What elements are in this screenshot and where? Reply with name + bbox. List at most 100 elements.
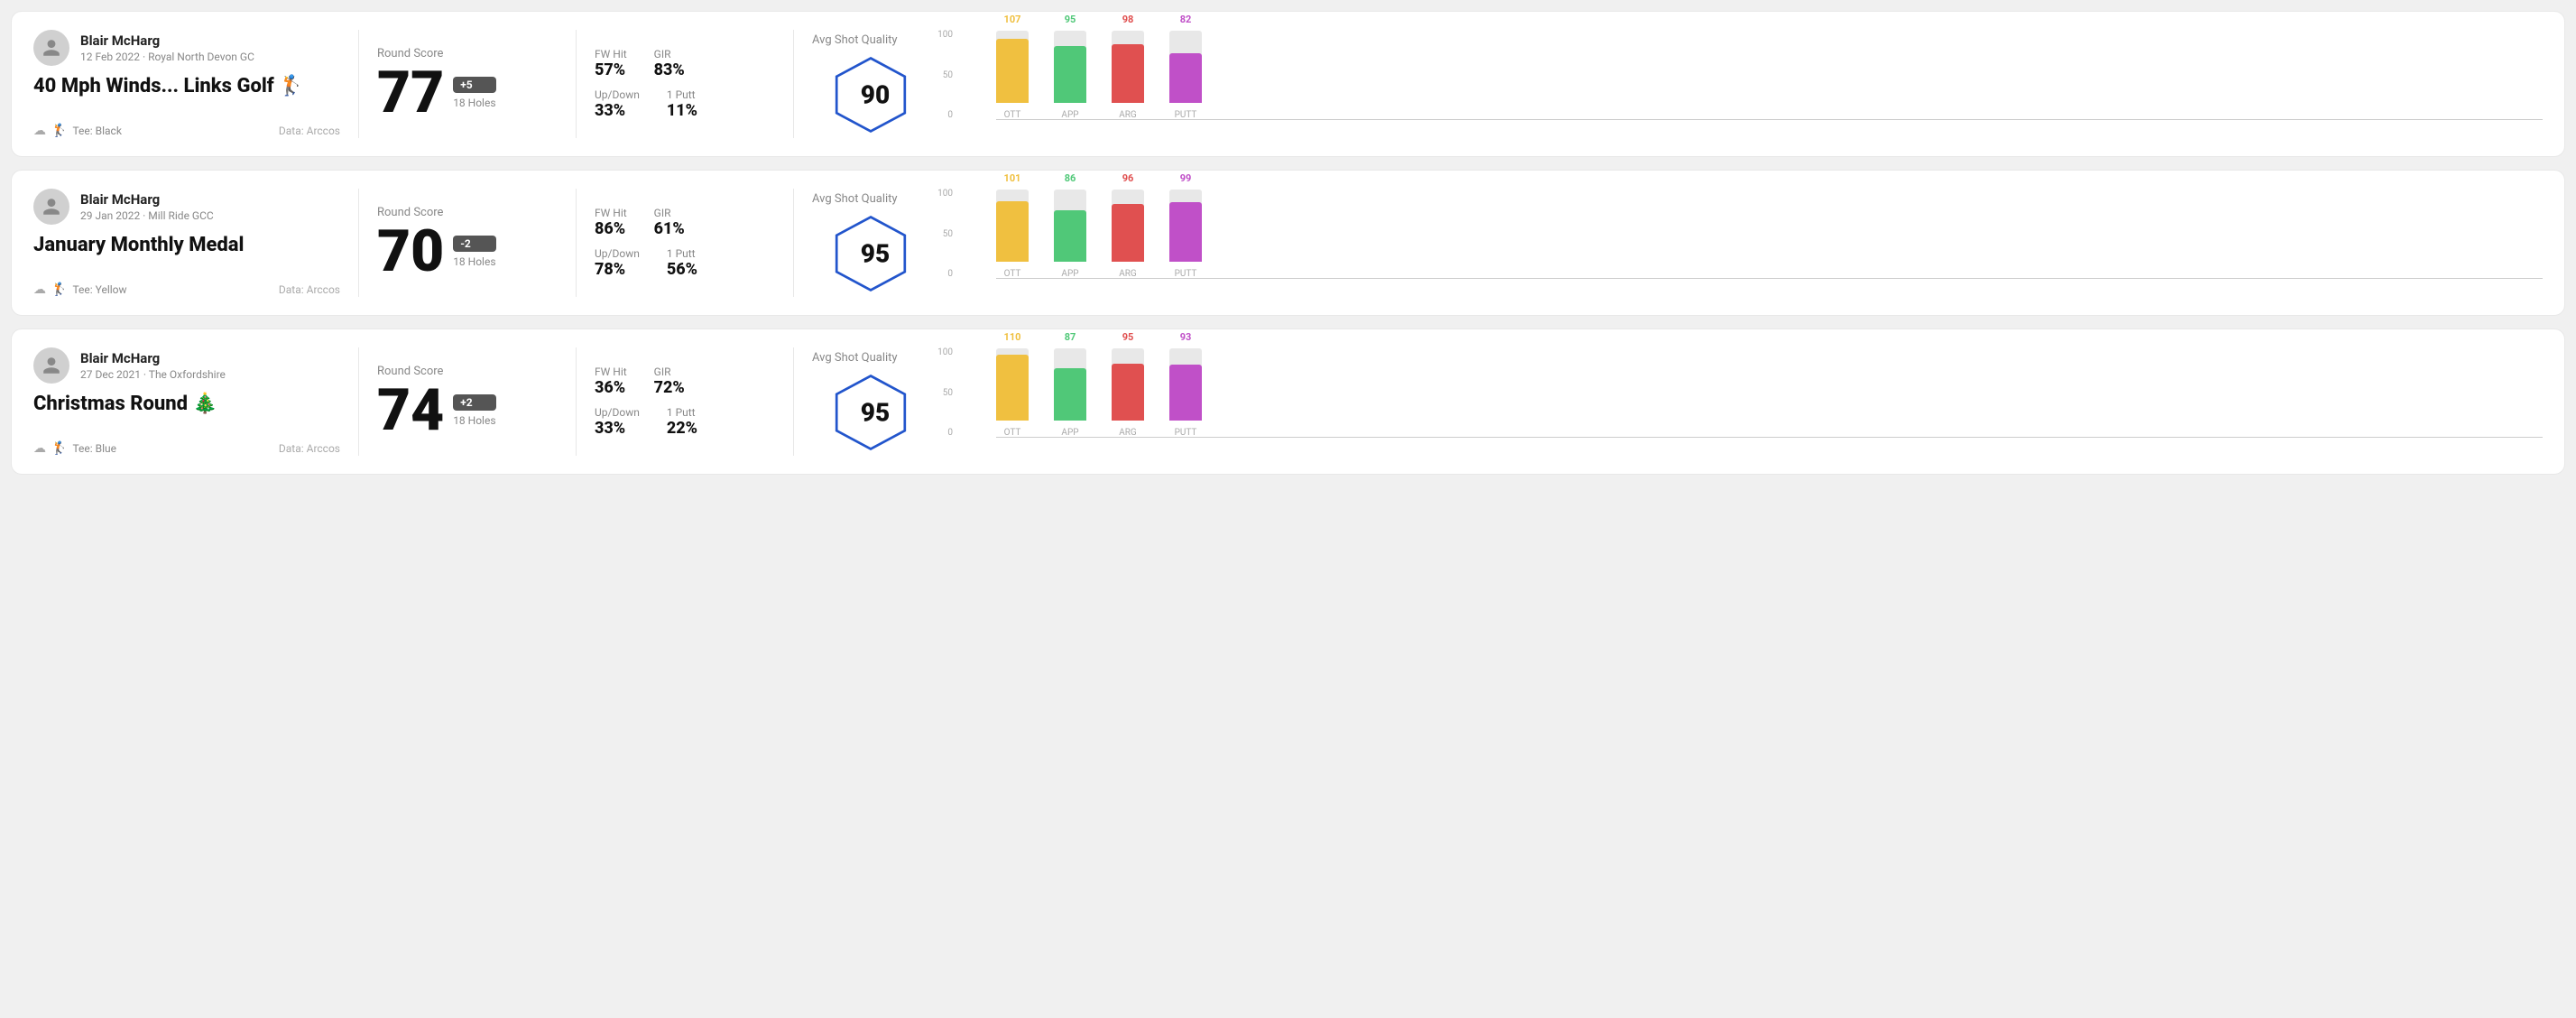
quality-section: Avg Shot Quality 95 bbox=[812, 347, 938, 456]
bar-wrapper bbox=[1054, 348, 1086, 421]
bar-fill bbox=[1112, 44, 1144, 103]
score-meta: +5 18 Holes bbox=[453, 77, 495, 109]
divider-1 bbox=[358, 189, 359, 297]
round-title: January Monthly Medal bbox=[33, 234, 340, 256]
stats-section: FW Hit 57% GIR 83% Up/Down 33% 1 Putt bbox=[595, 30, 775, 138]
oneputt-label: 1 Putt bbox=[667, 247, 697, 260]
bar-value-arg: 96 bbox=[1122, 172, 1134, 184]
stat-row-bottom: Up/Down 33% 1 Putt 11% bbox=[595, 88, 775, 120]
user-name: Blair McHarg bbox=[80, 191, 214, 208]
bar-chart: 107 OTT 95 APP 98 ARG 82 PU bbox=[996, 30, 2543, 138]
user-info: Blair McHarg 12 Feb 2022 · Royal North D… bbox=[80, 32, 254, 63]
stat-fw-hit: FW Hit 86% bbox=[595, 207, 627, 238]
score-row: 77 +5 18 Holes bbox=[377, 64, 558, 122]
bar-value-putt: 93 bbox=[1180, 331, 1192, 343]
fw-hit-value: 86% bbox=[595, 219, 627, 238]
card-footer: ☁ 🏌 Tee: Blue Data: Arccos bbox=[33, 441, 340, 456]
gir-label: GIR bbox=[654, 48, 685, 60]
oneputt-value: 56% bbox=[667, 260, 697, 279]
stats-section: FW Hit 36% GIR 72% Up/Down 33% 1 Putt bbox=[595, 347, 775, 456]
user-date: 12 Feb 2022 · Royal North Devon GC bbox=[80, 51, 254, 63]
chart-axis: 100 50 0 bbox=[920, 347, 956, 438]
stat-oneputt: 1 Putt 56% bbox=[667, 247, 697, 279]
bar-wrapper bbox=[1112, 348, 1144, 421]
stat-oneputt: 1 Putt 22% bbox=[667, 406, 697, 438]
stat-fw-hit: FW Hit 57% bbox=[595, 48, 627, 79]
user-header: Blair McHarg 27 Dec 2021 · The Oxfordshi… bbox=[33, 347, 340, 384]
stat-gir: GIR 72% bbox=[654, 366, 685, 397]
score-meta: -2 18 Holes bbox=[453, 236, 495, 268]
bar-fill bbox=[1169, 365, 1202, 421]
bar-group-ott: 101 OTT bbox=[996, 172, 1029, 279]
divider-3 bbox=[793, 189, 794, 297]
bar-fill bbox=[1169, 53, 1202, 103]
divider-3 bbox=[793, 30, 794, 138]
score-number: 74 bbox=[377, 382, 444, 440]
score-row: 74 +2 18 Holes bbox=[377, 382, 558, 440]
quality-section: Avg Shot Quality 90 bbox=[812, 30, 938, 138]
user-icon bbox=[42, 356, 61, 375]
fw-hit-value: 57% bbox=[595, 60, 627, 79]
divider-2 bbox=[576, 189, 577, 297]
score-section: Round Score 77 +5 18 Holes bbox=[377, 30, 558, 138]
axis-100: 100 bbox=[937, 30, 953, 40]
round-left-section: Blair McHarg 27 Dec 2021 · The Oxfordshi… bbox=[33, 347, 340, 456]
user-name: Blair McHarg bbox=[80, 32, 254, 49]
stat-row-top: FW Hit 57% GIR 83% bbox=[595, 48, 775, 79]
round-title: Christmas Round 🎄 bbox=[33, 393, 340, 415]
avatar bbox=[33, 30, 69, 66]
bar-wrapper bbox=[996, 31, 1029, 103]
axis-50: 50 bbox=[943, 388, 953, 398]
hexagon-container: 95 bbox=[830, 372, 920, 453]
tee-info: ☁ 🏌 Tee: Yellow bbox=[33, 282, 127, 297]
bar-wrapper bbox=[1054, 31, 1086, 103]
stat-gir: GIR 61% bbox=[654, 207, 685, 238]
stat-updown: Up/Down 33% bbox=[595, 88, 640, 120]
stat-oneputt: 1 Putt 11% bbox=[667, 88, 697, 120]
user-icon bbox=[42, 197, 61, 217]
bar-chart: 110 OTT 87 APP 95 ARG 93 PU bbox=[996, 347, 2543, 456]
stat-fw-hit: FW Hit 36% bbox=[595, 366, 627, 397]
tee-label: Tee: Black bbox=[72, 125, 121, 137]
data-source: Data: Arccos bbox=[279, 125, 340, 137]
updown-label: Up/Down bbox=[595, 406, 640, 419]
tee-label: Tee: Blue bbox=[72, 442, 116, 455]
score-row: 70 -2 18 Holes bbox=[377, 223, 558, 281]
round-left-section: Blair McHarg 29 Jan 2022 · Mill Ride GCC… bbox=[33, 189, 340, 297]
bar-group-app: 87 APP bbox=[1054, 331, 1086, 438]
golf-bag-icon: 🏌 bbox=[51, 282, 67, 297]
stat-row-bottom: Up/Down 33% 1 Putt 22% bbox=[595, 406, 775, 438]
bar-wrapper bbox=[1169, 31, 1202, 103]
axis-50: 50 bbox=[943, 229, 953, 239]
round-card: Blair McHarg 29 Jan 2022 · Mill Ride GCC… bbox=[11, 170, 2565, 316]
bar-value-arg: 98 bbox=[1122, 14, 1134, 25]
weather-icon: ☁ bbox=[33, 124, 46, 138]
chart-axis: 100 50 0 bbox=[920, 30, 956, 120]
axis-100: 100 bbox=[937, 189, 953, 199]
user-header: Blair McHarg 29 Jan 2022 · Mill Ride GCC bbox=[33, 189, 340, 225]
card-footer: ☁ 🏌 Tee: Black Data: Arccos bbox=[33, 124, 340, 138]
divider-2 bbox=[576, 347, 577, 456]
hexagon-container: 90 bbox=[830, 54, 920, 135]
avatar bbox=[33, 189, 69, 225]
chart-baseline bbox=[996, 278, 2543, 279]
score-holes: 18 Holes bbox=[453, 255, 495, 268]
score-section: Round Score 70 -2 18 Holes bbox=[377, 189, 558, 297]
quality-score: 95 bbox=[861, 397, 890, 427]
quality-section: Avg Shot Quality 95 bbox=[812, 189, 938, 297]
stat-updown: Up/Down 78% bbox=[595, 247, 640, 279]
bar-wrapper bbox=[1112, 190, 1144, 262]
data-source: Data: Arccos bbox=[279, 283, 340, 296]
chart-baseline bbox=[996, 119, 2543, 120]
hexagon-container: 95 bbox=[830, 213, 920, 294]
bar-fill bbox=[1112, 364, 1144, 421]
stats-section: FW Hit 86% GIR 61% Up/Down 78% 1 Putt bbox=[595, 189, 775, 297]
bar-group-arg: 98 ARG bbox=[1112, 14, 1144, 120]
bar-value-app: 86 bbox=[1065, 172, 1076, 184]
axis-0: 0 bbox=[947, 269, 953, 279]
score-number: 70 bbox=[377, 223, 444, 281]
stat-updown: Up/Down 33% bbox=[595, 406, 640, 438]
score-diff-badge: -2 bbox=[453, 236, 495, 252]
score-number: 77 bbox=[377, 64, 444, 122]
oneputt-value: 22% bbox=[667, 419, 697, 438]
